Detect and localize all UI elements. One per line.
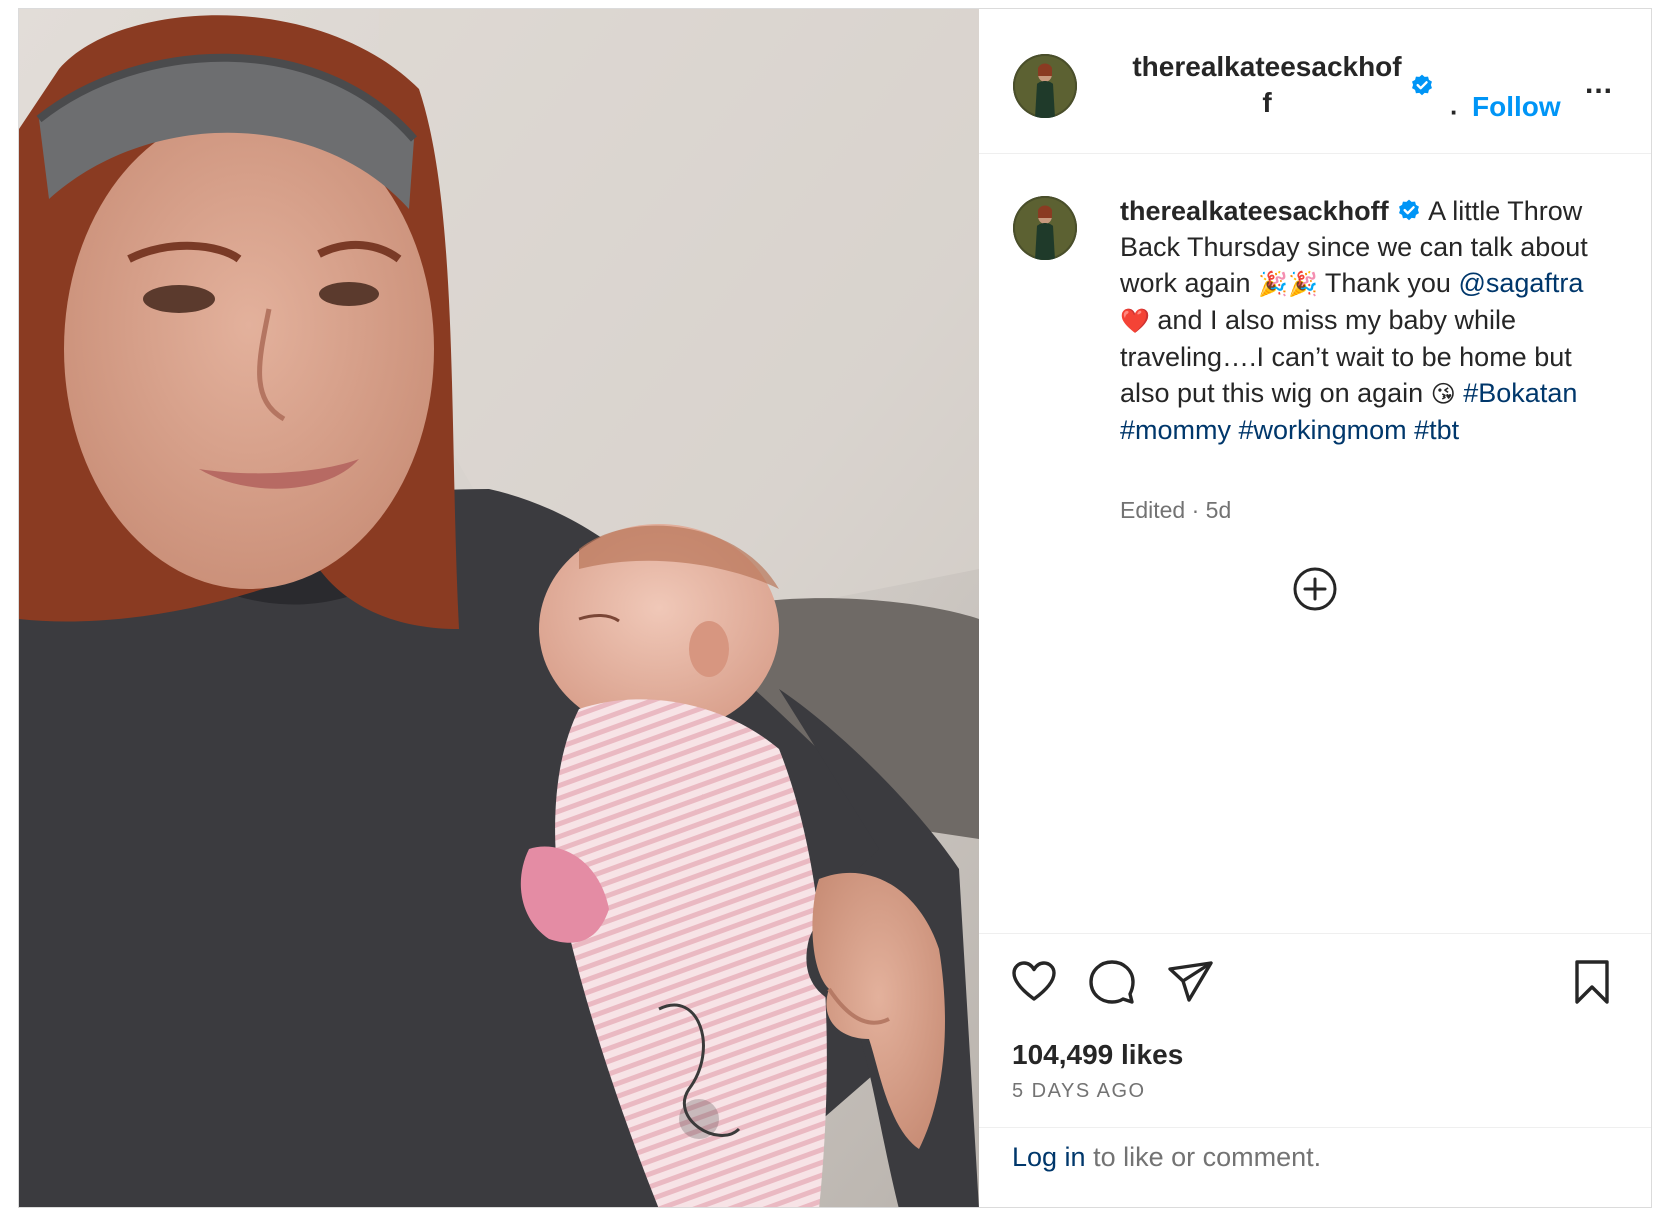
edited-meta: Edited · 5d xyxy=(1120,497,1231,524)
red-heart-emoji: ❤️ xyxy=(1120,307,1150,335)
post-side-panel: therealkateesackhoff · Follow ... therea… xyxy=(979,9,1651,1207)
login-link[interactable]: Log in xyxy=(1012,1142,1086,1172)
actions-divider xyxy=(979,933,1651,934)
mention-link[interactable]: @sagaftra xyxy=(1458,268,1583,298)
hashtag-link[interactable]: #mommy xyxy=(1120,415,1231,445)
login-prompt-text: to like or comment. xyxy=(1093,1142,1322,1172)
hashtag-link[interactable]: #tbt xyxy=(1414,415,1459,445)
avatar-image xyxy=(1013,196,1077,260)
ellipsis-icon[interactable]: ... xyxy=(1585,67,1613,101)
post-photo[interactable] xyxy=(19,9,979,1207)
header-username[interactable]: therealkateesackhoff xyxy=(1129,49,1405,121)
party-popper-emoji: 🎉🎉 xyxy=(1258,270,1318,298)
post-frame: therealkateesackhoff · Follow ... therea… xyxy=(18,8,1652,1208)
paper-plane-icon[interactable] xyxy=(1166,957,1216,1007)
post-header: therealkateesackhoff · Follow ... xyxy=(979,9,1651,154)
plus-circle-icon[interactable] xyxy=(1292,566,1338,612)
avatar-image xyxy=(1013,54,1077,118)
separator-dot: · xyxy=(1450,97,1459,127)
login-prompt: Log in to like or comment. xyxy=(1012,1142,1321,1173)
bookmark-icon[interactable] xyxy=(1567,957,1617,1007)
caption-author-avatar[interactable] xyxy=(1013,196,1077,260)
post-caption: therealkateesackhoff A little Throw Back… xyxy=(1120,193,1590,448)
caption-text-2: Thank you xyxy=(1324,268,1451,298)
verified-badge-icon xyxy=(1399,199,1420,221)
heart-outline-icon[interactable] xyxy=(1009,957,1059,1007)
hashtag-link[interactable]: #workingmom xyxy=(1239,415,1407,445)
hashtag-link[interactable]: #Bokatan xyxy=(1463,378,1577,408)
photo-illustration xyxy=(19,9,979,1207)
edited-age[interactable]: 5d xyxy=(1206,497,1232,523)
post-timestamp[interactable]: 5 DAYS AGO xyxy=(1012,1080,1146,1103)
follow-button[interactable]: Follow xyxy=(1472,91,1561,123)
edited-label: Edited xyxy=(1120,497,1186,523)
caption-username[interactable]: therealkateesackhoff xyxy=(1120,196,1389,226)
likes-count[interactable]: 104,499 likes xyxy=(1012,1039,1183,1071)
kiss-face-emoji: 😘 xyxy=(1430,380,1456,408)
meta-separator: · xyxy=(1191,497,1200,523)
speech-bubble-icon[interactable] xyxy=(1087,957,1137,1007)
author-avatar[interactable] xyxy=(1013,54,1077,118)
verified-badge-icon xyxy=(1412,74,1432,96)
